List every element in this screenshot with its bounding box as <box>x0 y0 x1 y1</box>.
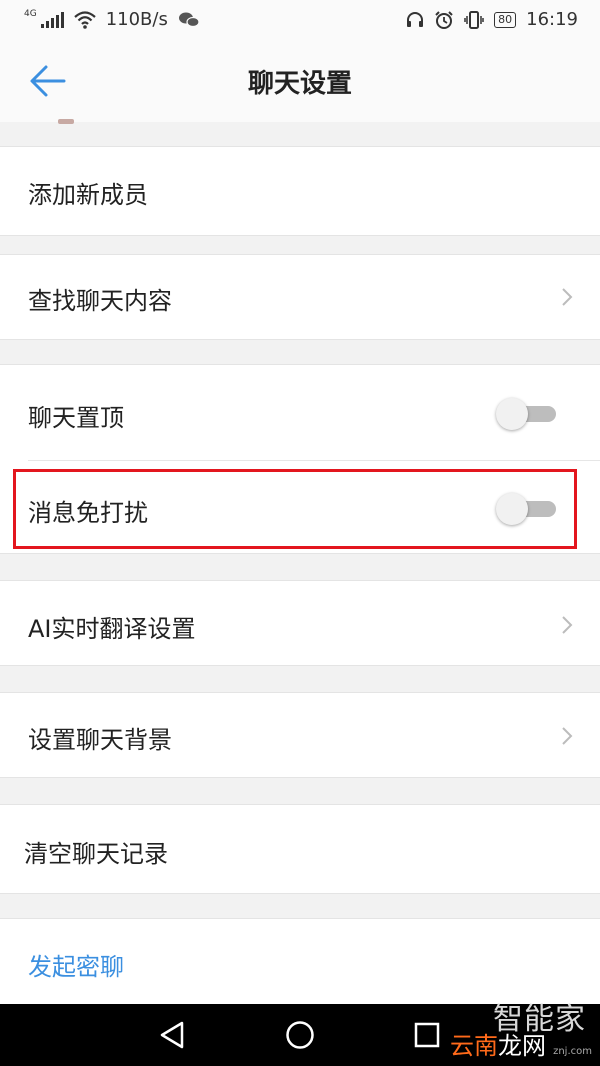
alarm-icon <box>435 10 453 29</box>
avatar <box>58 119 74 124</box>
network-speed: 110B/s <box>105 9 168 30</box>
set-chat-background-row[interactable]: 设置聊天背景 <box>0 692 600 778</box>
search-chat-history-row[interactable]: 查找聊天内容 <box>0 254 600 340</box>
chevron-right-icon <box>562 288 573 306</box>
vibrate-icon <box>464 10 484 29</box>
wechat-icon <box>178 12 200 27</box>
battery-icon: 80 <box>494 11 517 28</box>
highlight-box <box>13 469 577 549</box>
network-type-label: 4G <box>24 8 37 19</box>
watermark-text-b: 龙网 <box>498 1032 546 1060</box>
signal-icon <box>40 11 64 28</box>
headphone-icon <box>407 11 424 27</box>
chevron-right-icon <box>562 616 573 634</box>
nav-back-icon[interactable] <box>158 1020 186 1050</box>
title-bar: 聊天设置 <box>0 40 600 122</box>
pin-chat-toggle[interactable] <box>496 398 556 430</box>
start-secret-chat-label: 发起密聊 <box>28 953 124 981</box>
nav-recents-icon[interactable] <box>414 1022 440 1048</box>
watermark-url: znj.com <box>553 1046 592 1057</box>
search-chat-history-label: 查找聊天内容 <box>28 287 172 315</box>
clock-time: 16:19 <box>526 9 578 30</box>
ai-translate-settings-row[interactable]: AI实时翻译设置 <box>0 580 600 666</box>
add-member-label: 添加新成员 <box>28 181 148 209</box>
watermark-text-a: 云南 <box>450 1032 498 1060</box>
toggle-knob <box>496 398 528 430</box>
status-bar: 4G 110B/s 80 16:19 <box>0 0 600 40</box>
ai-translate-settings-label: AI实时翻译设置 <box>28 615 196 643</box>
start-secret-chat-row[interactable]: 发起密聊 <box>0 918 600 1006</box>
chevron-right-icon <box>562 727 573 745</box>
pin-chat-label: 聊天置顶 <box>28 404 124 432</box>
watermark-logo: 云南龙网 <box>450 1026 546 1061</box>
wifi-icon <box>73 10 96 29</box>
add-member-row[interactable]: 添加新成员 <box>0 146 600 236</box>
row-divider <box>28 460 600 461</box>
page-title: 聊天设置 <box>247 69 352 99</box>
nav-home-icon[interactable] <box>285 1020 315 1050</box>
clear-chat-history-label: 清空聊天记录 <box>24 840 168 868</box>
clear-chat-history-row[interactable]: 清空聊天记录 <box>0 804 600 894</box>
set-chat-background-label: 设置聊天背景 <box>28 726 172 754</box>
